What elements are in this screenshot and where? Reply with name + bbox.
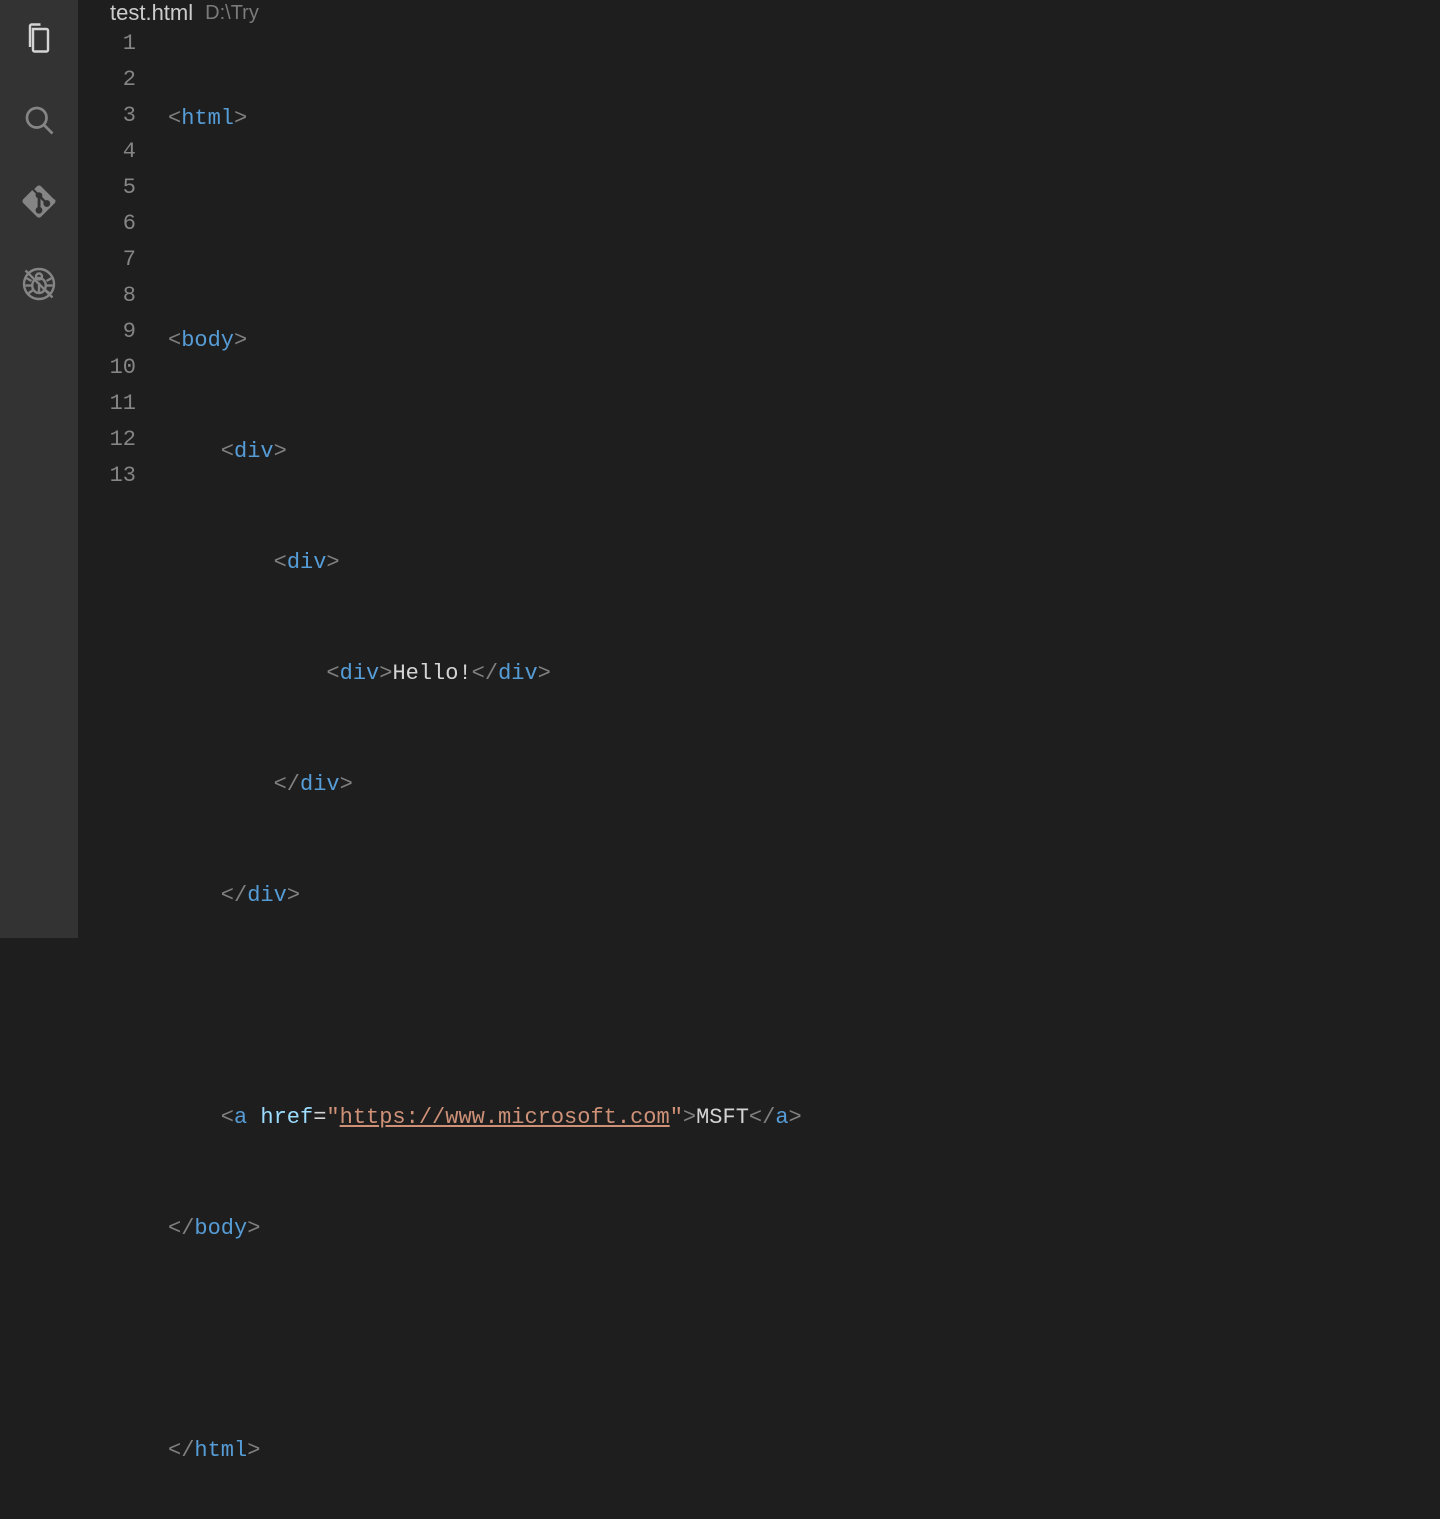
code-line[interactable]: <a href="https://www.microsoft.com">MSFT… [168,1100,1440,1136]
activity-bar [0,0,78,938]
code-line[interactable]: </div> [168,767,1440,803]
code-line[interactable]: <body> [168,323,1440,359]
code-line[interactable]: <div> [168,434,1440,470]
line-number: 12 [78,422,136,458]
code-line[interactable]: <html> [168,101,1440,137]
line-number: 8 [78,278,136,314]
code-line[interactable] [168,989,1440,1025]
search-icon[interactable] [19,100,59,140]
line-number: 9 [78,314,136,350]
code-line[interactable]: </body> [168,1211,1440,1247]
line-number: 2 [78,62,136,98]
line-number: 5 [78,170,136,206]
line-number: 3 [78,98,136,134]
line-number: 10 [78,350,136,386]
tab-path: D:\Try [205,2,259,25]
git-icon[interactable] [19,182,59,222]
line-number: 4 [78,134,136,170]
tab-filename: test.html [110,0,193,26]
line-number-gutter: 1 2 3 4 5 6 7 8 9 10 11 12 13 [78,26,168,1519]
line-number: 11 [78,386,136,422]
editor-area: test.html D:\Try 1 2 3 4 5 6 7 8 9 10 11… [78,0,1440,938]
code-content[interactable]: <html> <body> <div> <div> <div>Hello!</d… [168,26,1440,1519]
code-line[interactable]: </html> [168,1433,1440,1469]
code-editor[interactable]: 1 2 3 4 5 6 7 8 9 10 11 12 13 <html> <bo… [78,26,1440,1519]
code-line[interactable] [168,212,1440,248]
code-line[interactable]: <div>Hello!</div> [168,656,1440,692]
line-number: 7 [78,242,136,278]
code-line[interactable] [168,1322,1440,1358]
files-icon[interactable] [19,18,59,58]
line-number: 13 [78,458,136,494]
code-line[interactable]: <div> [168,545,1440,581]
editor-tab[interactable]: test.html D:\Try [78,0,1440,26]
line-number: 1 [78,26,136,62]
line-number: 6 [78,206,136,242]
code-line[interactable]: </div> [168,878,1440,914]
debug-icon[interactable] [19,264,59,304]
